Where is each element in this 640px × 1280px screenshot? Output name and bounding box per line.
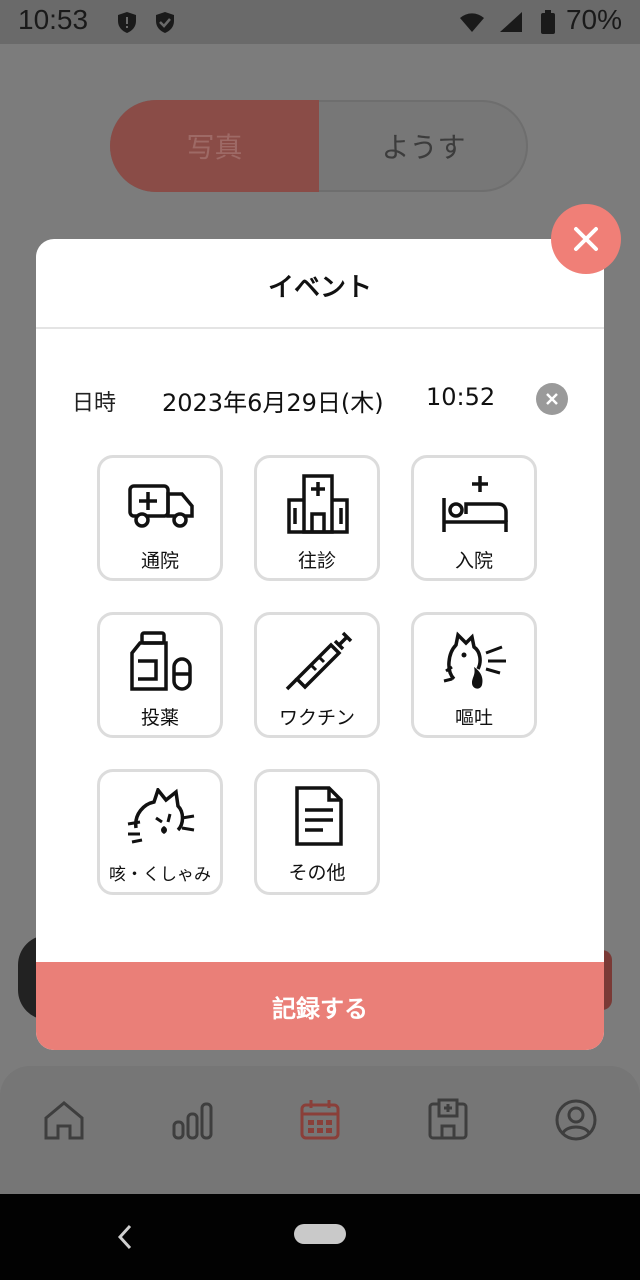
event-cough-sneeze[interactable]: 咳・くしゃみ	[97, 769, 223, 895]
segment-control: 写真 ようす	[110, 100, 528, 192]
event-medication[interactable]: 投薬	[97, 612, 223, 738]
date-value[interactable]: 2023年6月29日(木)	[162, 383, 384, 418]
modal-title: イベント	[267, 273, 372, 303]
cat-sneeze-icon	[127, 788, 195, 844]
event-label: 咳・くしゃみ	[109, 865, 211, 885]
battery-icon	[541, 10, 555, 34]
event-hospital-visit[interactable]: 通院	[97, 455, 223, 581]
event-vaccine[interactable]: ワクチン	[254, 612, 380, 738]
system-nav-bar	[0, 1194, 640, 1280]
event-other[interactable]: その他	[254, 769, 380, 895]
datetime-label: 日時	[72, 391, 117, 416]
syringe-icon	[285, 631, 353, 691]
hospital-bed-icon	[442, 476, 508, 532]
clear-datetime-button[interactable]	[536, 383, 568, 415]
back-icon[interactable]	[110, 1220, 140, 1254]
event-label: ワクチン	[278, 707, 355, 729]
record-button[interactable]: 記録する	[36, 962, 604, 1050]
bottom-nav	[0, 1066, 640, 1194]
ambulance-icon	[128, 484, 194, 528]
event-hospitalization[interactable]: 入院	[411, 455, 537, 581]
home-icon	[44, 1101, 84, 1140]
battery-percent: 70%	[565, 4, 622, 35]
event-modal: イベント 日時 2023年6月29日(木) 10:52 通院 往診 入院 投薬 …	[36, 239, 604, 1050]
wifi-icon	[460, 13, 484, 32]
status-bar: 10:53 70%	[0, 0, 640, 44]
hospital-card-icon	[428, 1098, 468, 1140]
document-icon	[295, 786, 343, 846]
event-home-visit[interactable]: 往診	[254, 455, 380, 581]
close-icon	[546, 393, 558, 405]
divider	[36, 327, 604, 329]
event-vomit[interactable]: 嘔吐	[411, 612, 537, 738]
status-time: 10:53	[18, 4, 89, 35]
home-pill[interactable]	[294, 1224, 346, 1244]
medicine-icon	[130, 631, 192, 691]
event-label: その他	[288, 862, 346, 884]
event-label: 通院	[140, 550, 179, 572]
event-label: 入院	[454, 550, 493, 572]
calendar-icon	[300, 1100, 340, 1140]
event-label: 投薬	[140, 707, 179, 729]
vomit-icon	[443, 631, 506, 689]
event-label: 往診	[297, 550, 336, 572]
signal-icon	[500, 12, 522, 32]
segment-status: ようす	[381, 131, 466, 164]
time-value[interactable]: 10:52	[426, 383, 495, 411]
profile-icon	[555, 1099, 597, 1141]
close-modal-button[interactable]	[551, 204, 621, 274]
close-icon	[574, 227, 598, 251]
event-label: 嘔吐	[454, 707, 493, 729]
segment-photo: 写真	[110, 100, 319, 192]
shield-check-icon	[156, 12, 174, 33]
hospital-icon	[287, 474, 349, 534]
shield-alert-icon	[118, 12, 136, 33]
chart-icon	[172, 1102, 213, 1140]
